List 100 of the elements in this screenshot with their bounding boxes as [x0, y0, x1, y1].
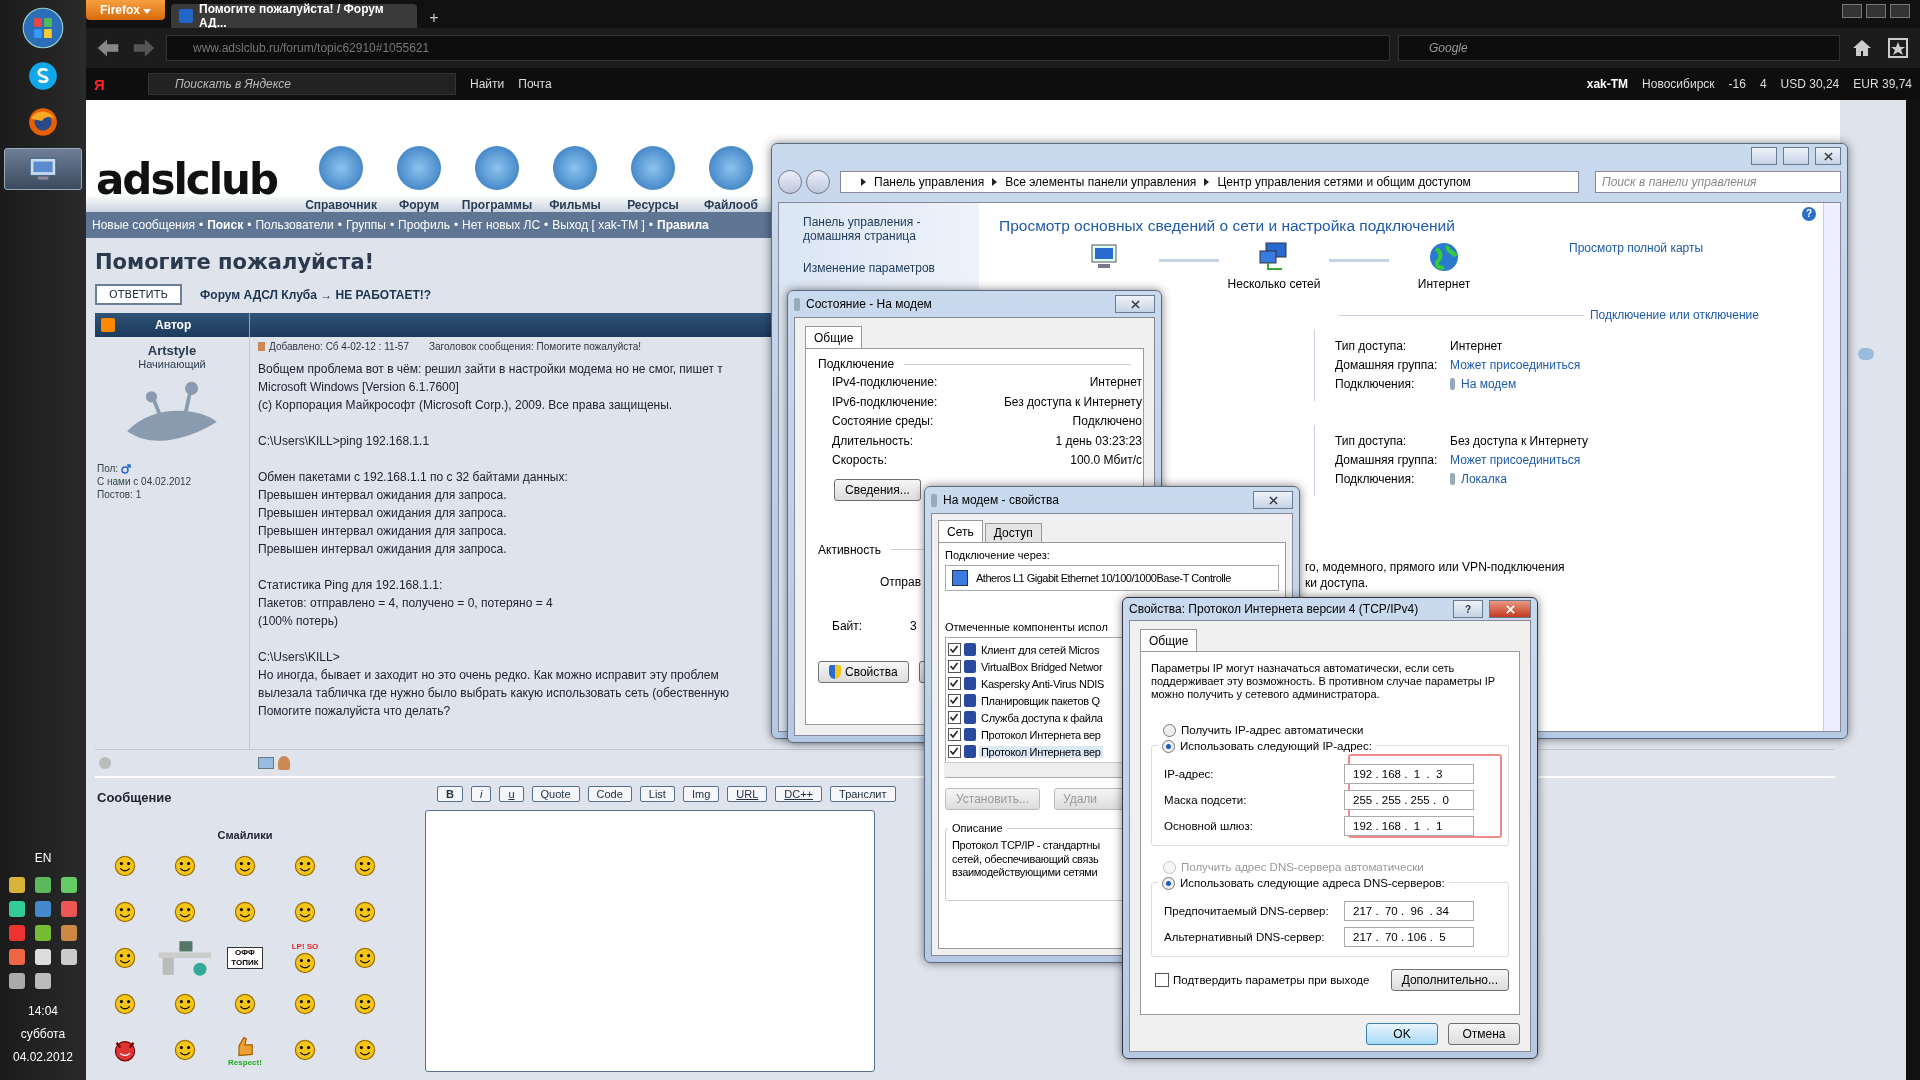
radio-label[interactable]: Использовать следующие адреса DNS-серверов:: [1180, 877, 1445, 889]
sign-smiley[interactable]: ОФФ ТОПИК: [227, 947, 263, 969]
smiley-icon[interactable]: [353, 854, 377, 878]
back-button[interactable]: [778, 170, 802, 194]
checkbox[interactable]: [948, 694, 961, 707]
connect-link[interactable]: Подключение или отключение: [1583, 308, 1759, 322]
tab[interactable]: Сеть: [938, 520, 983, 543]
ip-address-field[interactable]: 192 . 168 . 1 . 1: [1344, 816, 1474, 836]
checkbox[interactable]: [948, 728, 961, 741]
close-button[interactable]: [1115, 295, 1155, 313]
chevron-icon[interactable]: [992, 178, 998, 186]
top-link[interactable]: Новые сообщения: [92, 218, 195, 232]
yandex-search-field[interactable]: Поискать в Яндексе: [148, 73, 456, 95]
checkbox[interactable]: [948, 745, 961, 758]
sidebar-link[interactable]: Панель управления - домашняя страница: [803, 215, 953, 243]
smiley-icon[interactable]: [173, 854, 197, 878]
find-button[interactable]: Найти: [470, 77, 505, 91]
checkbox[interactable]: [948, 711, 961, 724]
address-bar[interactable]: Панель управления Все элементы панели управления Центр управления сетями и общим доступом: [840, 171, 1579, 193]
smiley-icon[interactable]: [113, 900, 137, 924]
top-link[interactable]: Пользователи: [255, 218, 334, 232]
user-name[interactable]: xak-TM: [1586, 77, 1629, 91]
format-button[interactable]: URL: [727, 786, 768, 802]
help-button[interactable]: ?: [1802, 207, 1816, 221]
smiley-icon[interactable]: [233, 900, 257, 924]
smiley-icon[interactable]: [293, 900, 317, 924]
minimize-button[interactable]: [1842, 4, 1862, 18]
format-button[interactable]: DC++: [775, 786, 823, 802]
smiley-icon[interactable]: [353, 900, 377, 924]
reply-button[interactable]: ОТВЕТИТЬ: [95, 284, 183, 305]
tab[interactable]: Доступ: [984, 523, 1042, 542]
format-button[interactable]: Транслит: [830, 786, 896, 802]
homegroup-link[interactable]: Может присоединиться: [1450, 452, 1581, 467]
start-button[interactable]: [21, 6, 65, 50]
mail-button[interactable]: Почта: [518, 77, 552, 91]
usd-rate[interactable]: USD 30,24: [1780, 77, 1840, 91]
section-link[interactable]: Форум: [398, 198, 440, 212]
ip-address-field[interactable]: 217 . 70 . 106 . 5: [1344, 927, 1474, 947]
sidebar-link[interactable]: Изменение параметров: [803, 261, 953, 275]
checkbox-label[interactable]: Подтвердить параметры при выходе: [1173, 974, 1370, 986]
radio-button[interactable]: [1162, 876, 1175, 890]
smiley-icon[interactable]: [233, 854, 257, 878]
clock-time[interactable]: 14:04: [28, 1003, 58, 1020]
smiley-icon[interactable]: [173, 900, 197, 924]
site-logo[interactable]: adslclub: [96, 155, 278, 204]
devil-smiley-icon[interactable]: [113, 1038, 137, 1062]
advanced-button[interactable]: Дополнительно...: [1390, 969, 1509, 991]
top-link[interactable]: Поиск: [207, 218, 244, 232]
traffic-level[interactable]: 4: [1759, 77, 1767, 91]
close-button[interactable]: [1815, 147, 1841, 165]
temperature[interactable]: -16: [1728, 77, 1746, 91]
top-link[interactable]: Выход [ xak-TM ]: [552, 218, 645, 232]
breadcrumb-item[interactable]: Центр управления сетями и общим доступом: [1217, 175, 1471, 189]
format-button[interactable]: List: [639, 786, 675, 802]
section-link[interactable]: Файлооб: [704, 198, 758, 212]
section-icon[interactable]: [319, 146, 363, 190]
message-input[interactable]: [425, 810, 875, 1072]
minimize-button[interactable]: [1751, 147, 1777, 165]
checkbox[interactable]: [948, 677, 961, 690]
section-link[interactable]: Программы: [461, 198, 533, 212]
format-button[interactable]: i: [470, 786, 492, 802]
smiley-icon[interactable]: [113, 854, 137, 878]
smiley-icon[interactable]: [173, 992, 197, 1016]
smiley-icon[interactable]: [173, 1038, 197, 1062]
top-link[interactable]: Нет новых ЛС: [462, 218, 541, 232]
section-link[interactable]: Справочник: [305, 198, 377, 212]
radio-label[interactable]: Получить IP-адрес автоматически: [1181, 724, 1364, 736]
ip-address-field[interactable]: 255 . 255 . 255 . 0: [1344, 790, 1474, 810]
maximize-button[interactable]: [1783, 147, 1809, 165]
radio-button[interactable]: [1163, 723, 1176, 737]
radio-button[interactable]: [1162, 739, 1175, 753]
smiley-icon[interactable]: [293, 950, 317, 975]
address-field[interactable]: www.adslclub.ru/forum/topic62910#1055621: [166, 35, 1390, 61]
component-item[interactable]: Протокол Интернета вер: [979, 728, 1103, 741]
smiley-icon[interactable]: [293, 992, 317, 1016]
details-button[interactable]: Сведения...: [834, 478, 921, 501]
smiley-icon[interactable]: [353, 1038, 377, 1062]
ip-address-field[interactable]: 192 . 168 . 1 . 3: [1344, 764, 1474, 784]
top-link[interactable]: Правила: [657, 218, 709, 232]
checkbox[interactable]: [1155, 973, 1169, 987]
scrollbar[interactable]: [1906, 100, 1920, 1080]
section-icon[interactable]: [709, 146, 753, 190]
section-link[interactable]: Ресурсы: [627, 198, 679, 212]
taskbar-app[interactable]: [4, 148, 82, 190]
close-button[interactable]: [1253, 491, 1293, 509]
new-tab-button[interactable]: +: [423, 8, 445, 28]
section-icon[interactable]: [631, 146, 675, 190]
smiley-icon[interactable]: [113, 946, 137, 970]
checkbox[interactable]: [948, 643, 961, 656]
ip-address-field[interactable]: 217 . 70 . 96 . 34: [1344, 901, 1474, 921]
smiley-icon[interactable]: [353, 946, 377, 970]
breadcrumb-item[interactable]: Панель управления: [874, 175, 985, 189]
checkbox[interactable]: [948, 660, 961, 673]
full-map-link[interactable]: Просмотр полной карты: [1569, 241, 1704, 255]
format-button[interactable]: B: [437, 786, 463, 802]
network-icon[interactable]: [1258, 241, 1290, 273]
section-icon[interactable]: [397, 146, 441, 190]
smiley-icon[interactable]: [293, 1038, 317, 1062]
properties-button[interactable]: Свойства: [818, 660, 909, 683]
smiley-icon[interactable]: [113, 992, 137, 1016]
